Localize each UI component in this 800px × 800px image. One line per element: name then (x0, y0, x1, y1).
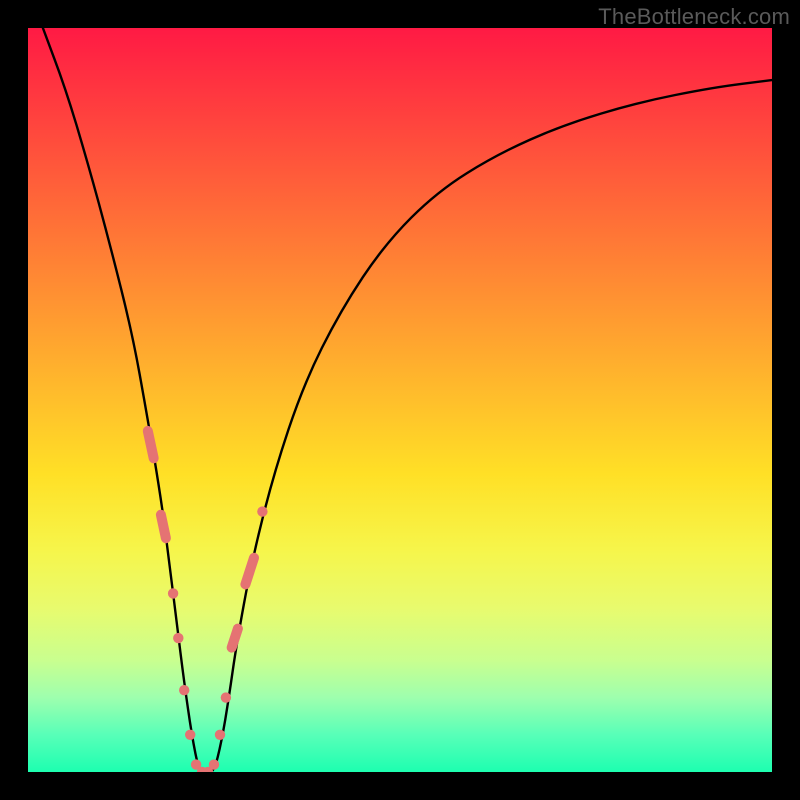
value-dot (209, 759, 219, 769)
value-dash (148, 431, 154, 458)
value-markers (148, 431, 268, 772)
value-dot (221, 692, 231, 702)
value-dash (245, 558, 254, 585)
value-dash (232, 629, 238, 648)
value-dot (257, 506, 267, 516)
watermark-text: TheBottleneck.com (598, 4, 790, 30)
value-dot (173, 633, 183, 643)
chart-plot-area (28, 28, 772, 772)
curve-path (43, 28, 772, 772)
value-dot (191, 759, 201, 769)
value-dash (161, 515, 166, 539)
bottleneck-curve (28, 28, 772, 772)
value-dot (185, 730, 195, 740)
value-dot (197, 767, 207, 772)
value-dot (215, 730, 225, 740)
value-dot (179, 685, 189, 695)
value-dot (203, 767, 213, 772)
value-dot (168, 588, 178, 598)
